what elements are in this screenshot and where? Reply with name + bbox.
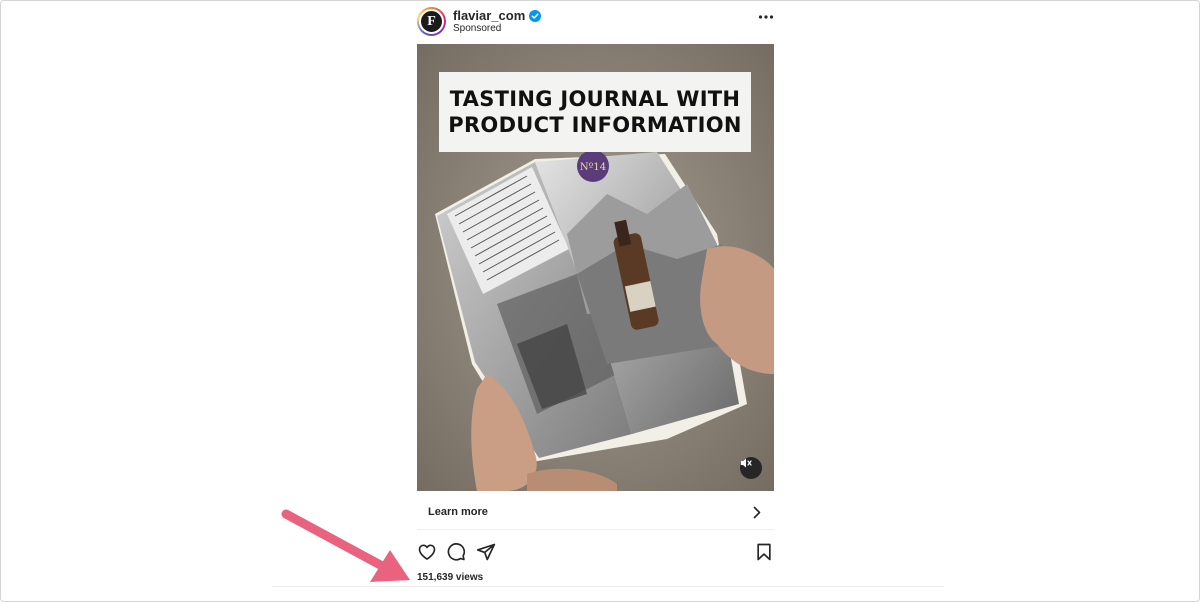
action-bar xyxy=(417,542,774,564)
overlay-line-1: TASTING JOURNAL WITH xyxy=(449,87,741,111)
comment-icon[interactable] xyxy=(446,542,466,562)
share-icon[interactable] xyxy=(476,542,496,562)
svg-text:Nº14: Nº14 xyxy=(580,162,606,173)
bookmark-icon[interactable] xyxy=(754,542,774,562)
overlay-line-2: PRODUCT INFORMATION xyxy=(448,113,742,137)
post-header: F flaviar_com Sponsored xyxy=(417,5,774,37)
instagram-post: F flaviar_com Sponsored Nº14 TASTING JOU… xyxy=(417,0,774,602)
learn-more-button[interactable]: Learn more xyxy=(417,496,774,530)
username-link[interactable]: flaviar_com xyxy=(453,8,525,23)
learn-more-label: Learn more xyxy=(428,506,488,518)
post-video[interactable]: Nº14 TASTING JOURNAL WITH PRODUCT INFORM… xyxy=(417,44,774,491)
mute-button[interactable] xyxy=(740,457,762,479)
username-row: flaviar_com xyxy=(453,8,542,23)
chevron-right-icon xyxy=(753,506,761,519)
avatar[interactable]: F xyxy=(417,7,446,36)
sponsored-label: Sponsored xyxy=(453,23,502,34)
verified-badge-icon xyxy=(529,9,542,22)
heart-icon[interactable] xyxy=(417,542,437,562)
more-horizontal-icon[interactable] xyxy=(758,13,774,21)
view-count: 151,639 views xyxy=(417,572,484,583)
avatar-letter: F xyxy=(419,9,444,34)
annotation-arrow xyxy=(281,509,410,582)
volume-muted-icon xyxy=(741,458,752,468)
video-overlay-title: TASTING JOURNAL WITH PRODUCT INFORMATION xyxy=(439,72,751,152)
